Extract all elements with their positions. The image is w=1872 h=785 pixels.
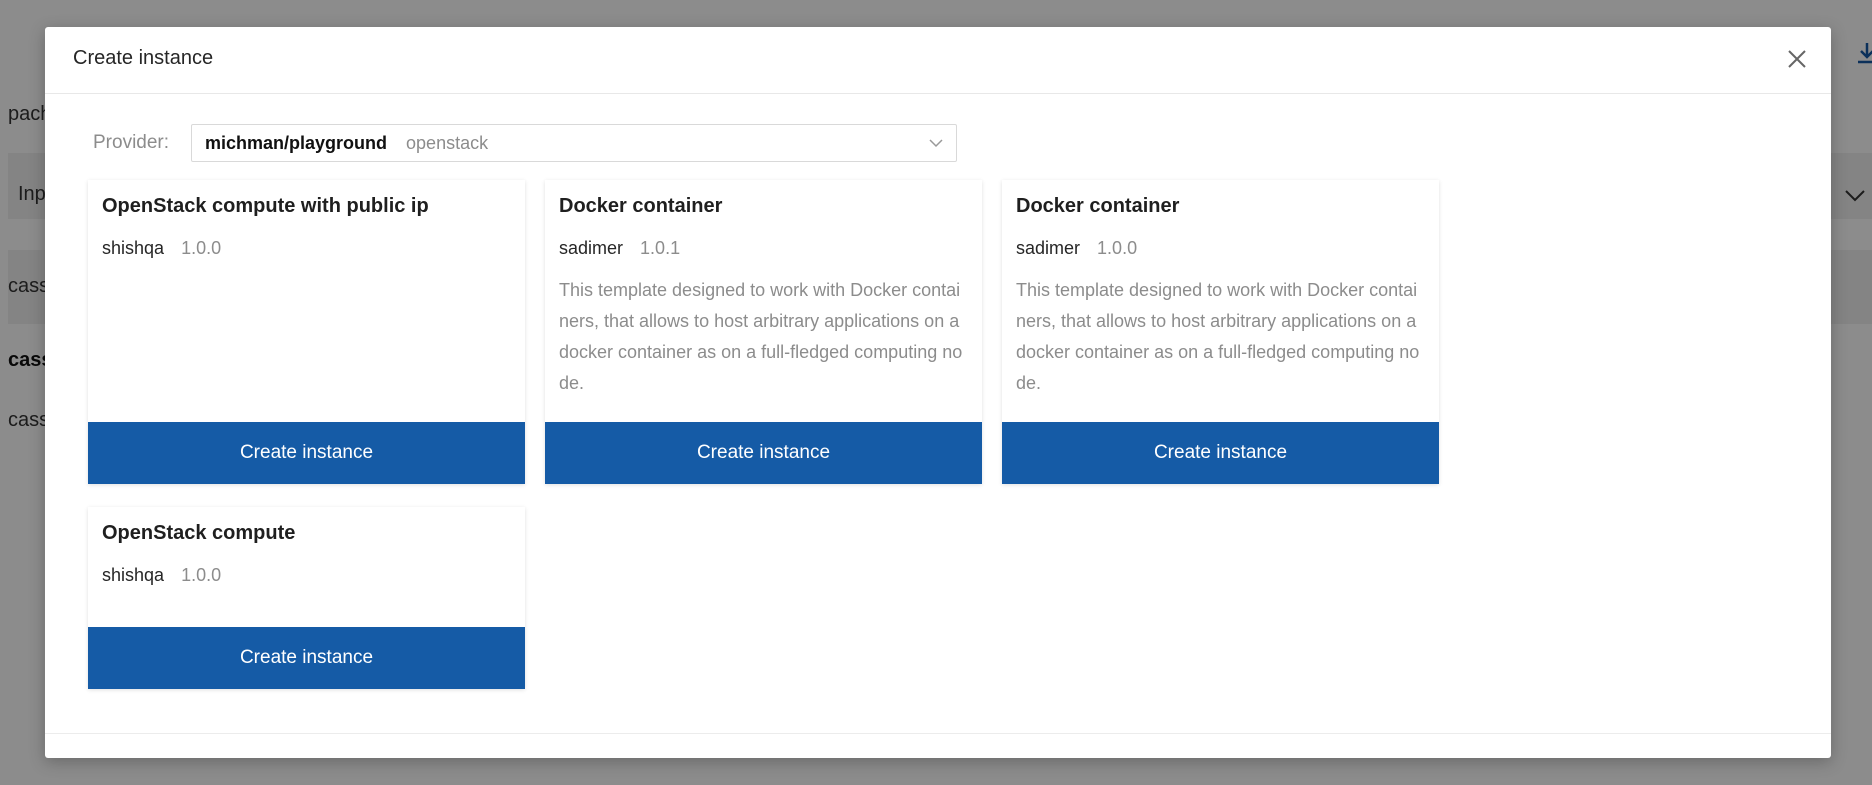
template-card: OpenStack compute shishqa 1.0.0 Create i… (88, 507, 525, 689)
card-title: Docker container (1016, 195, 1180, 217)
create-instance-button[interactable]: Create instance (88, 422, 525, 484)
create-instance-modal: Create instance Provider: michman/playgr… (45, 27, 1831, 758)
template-card: Docker container sadimer 1.0.1 This temp… (545, 180, 982, 484)
create-instance-button[interactable]: Create instance (1002, 422, 1439, 484)
modal-title: Create instance (73, 47, 214, 69)
card-version: 1.0.0 (181, 238, 222, 258)
card-version: 1.0.0 (181, 565, 222, 585)
card-version: 1.0.1 (640, 238, 681, 258)
card-author: sadimer (559, 238, 624, 258)
provider-row: Provider: michman/playground openstack (93, 123, 957, 163)
card-title: Docker container (559, 195, 723, 217)
provider-name: michman/playground (205, 132, 388, 153)
card-author: shishqa (102, 565, 165, 585)
template-card: OpenStack compute with public ip shishqa… (88, 180, 525, 484)
provider-select[interactable]: michman/playground openstack (191, 124, 957, 162)
close-icon[interactable] (1783, 45, 1811, 73)
card-description: This template designed to work with Dock… (1016, 280, 1420, 393)
card-author: shishqa (102, 238, 165, 258)
provider-label: Provider: (93, 132, 170, 153)
create-instance-button[interactable]: Create instance (88, 627, 525, 689)
chevron-down-icon (928, 135, 944, 156)
card-author: sadimer (1016, 238, 1081, 258)
template-card: Docker container sadimer 1.0.0 This temp… (1002, 180, 1439, 484)
card-version: 1.0.0 (1097, 238, 1138, 258)
modal-header: Create instance (45, 27, 1831, 94)
card-title: OpenStack compute (102, 522, 296, 544)
modal-footer-divider (45, 733, 1831, 734)
card-title: OpenStack compute with public ip (102, 195, 429, 217)
create-instance-button[interactable]: Create instance (545, 422, 982, 484)
card-description: This template designed to work with Dock… (559, 280, 963, 393)
provider-type: openstack (406, 132, 489, 153)
